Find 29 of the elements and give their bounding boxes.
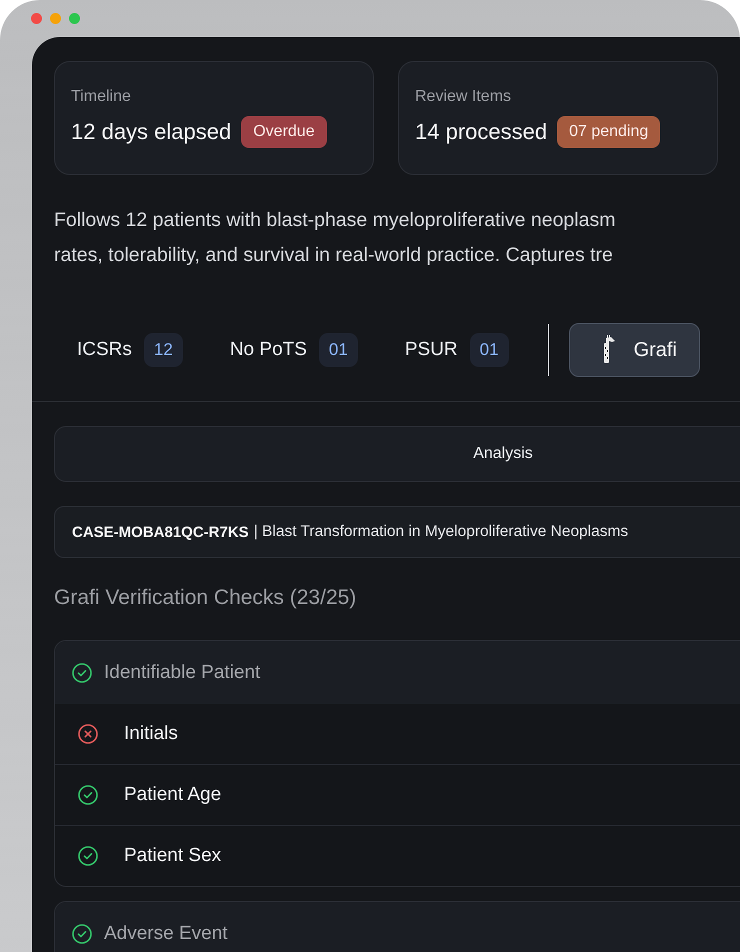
card-label: Review Items — [415, 88, 512, 106]
card-label: Timeline — [71, 88, 132, 106]
analysis-tab[interactable]: Analysis — [54, 426, 740, 482]
card-value: 12 days elapsed — [71, 119, 232, 145]
count-badge: 01 — [470, 333, 509, 367]
card-value: 14 processed — [415, 119, 548, 145]
count-badge: 01 — [318, 333, 358, 367]
group-title: Adverse Event — [104, 922, 228, 944]
status-badge: 07 pending — [557, 116, 660, 148]
check-label: Patient Sex — [124, 845, 222, 867]
window-control-icon[interactable] — [50, 13, 61, 24]
window-control-icon[interactable] — [31, 13, 42, 24]
stat-label: ICSRs — [77, 339, 132, 361]
stat-label: No PoTS — [230, 339, 307, 361]
group-title: Identifiable Patient — [104, 662, 260, 684]
section-heading: Grafi Verification Checks (23/25) — [54, 586, 358, 611]
description-text: rates, tolerability, and survival in real-world practice. Captures tre — [54, 243, 614, 268]
group-header[interactable]: Adverse Event — [55, 902, 740, 952]
window-control-icon[interactable] — [69, 13, 80, 24]
description-text: Follows 12 patients with blast-phase myeloproliferative neoplasm — [54, 208, 616, 233]
count-badge: 12 — [144, 333, 183, 367]
check-label: Initials — [124, 723, 178, 745]
stat-label: PSUR — [404, 339, 458, 361]
case-id: CASE-MOBA81QC-R7KS — [72, 524, 249, 540]
grafi-button[interactable]: Grafi — [568, 323, 700, 377]
group-header[interactable]: Identifiable Patient — [55, 641, 740, 704]
check-label: Patient Age — [124, 784, 222, 806]
status-badge: Overdue — [241, 116, 327, 148]
case-title: | Blast Transformation in Myeloproliferative Neoplasms — [254, 523, 628, 541]
